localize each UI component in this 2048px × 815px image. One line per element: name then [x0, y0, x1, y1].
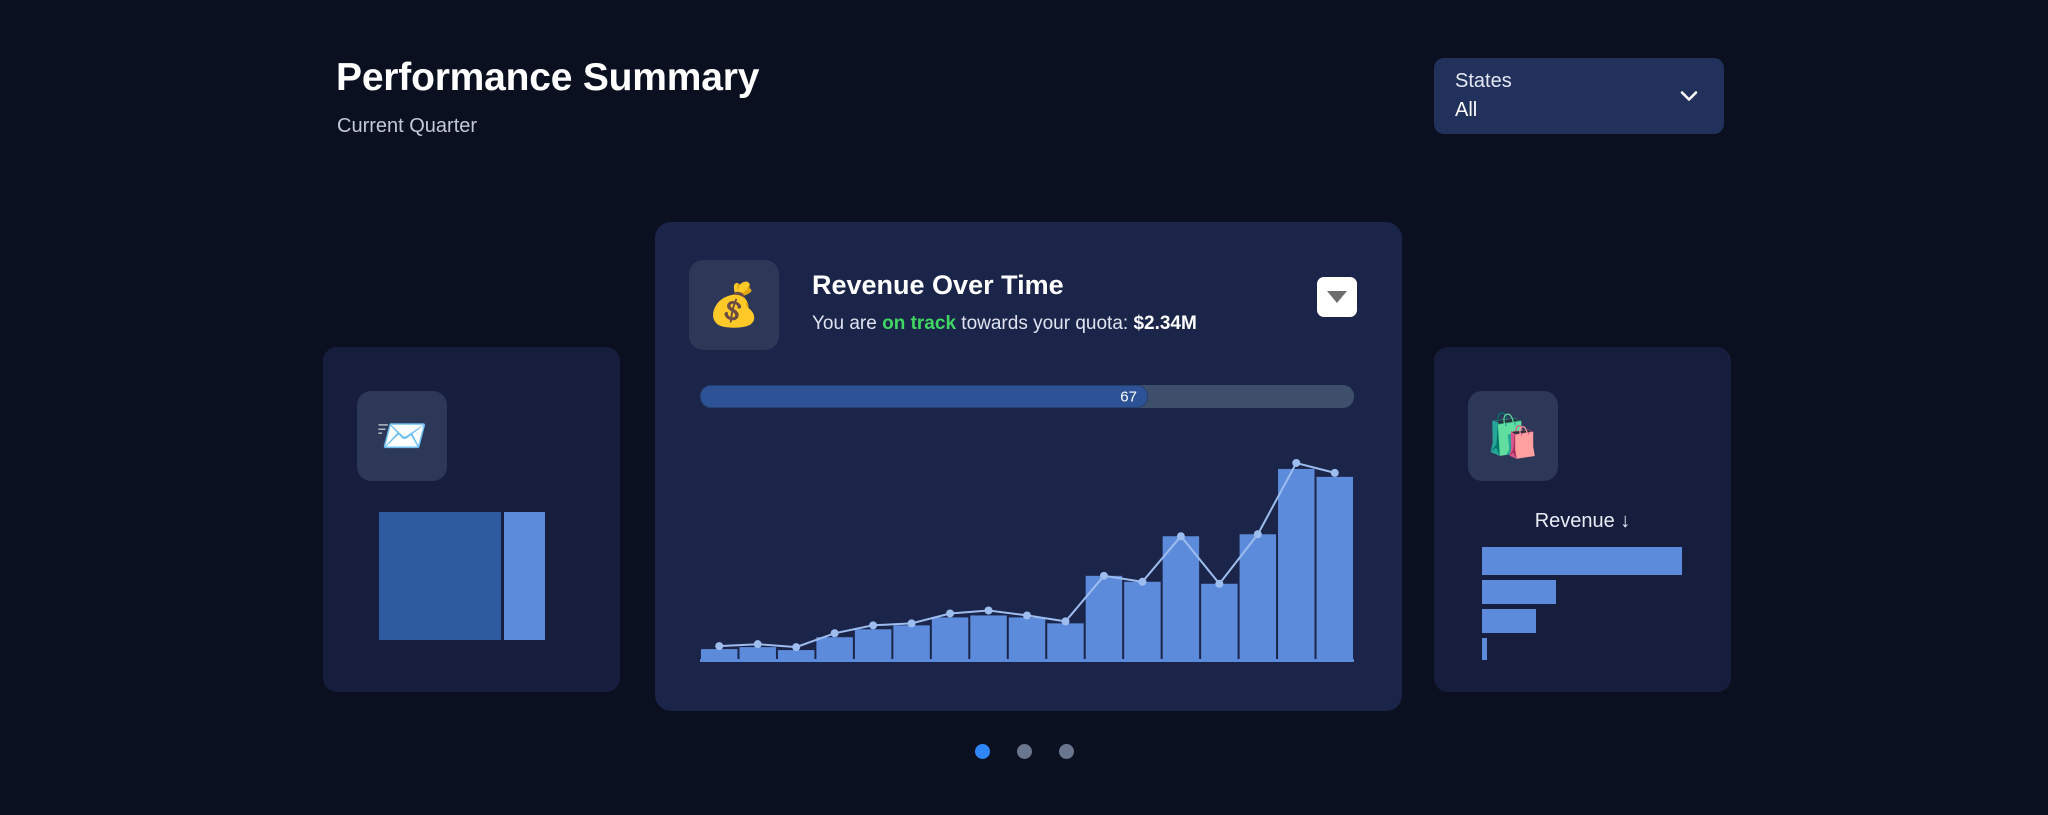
- chart-bar: [1239, 534, 1277, 659]
- pagination-dot[interactable]: [1058, 744, 1074, 759]
- block-primary: [379, 512, 501, 640]
- revenue-bar-chart[interactable]: [700, 452, 1354, 662]
- card-menu-button[interactable]: [1317, 277, 1357, 317]
- quota-progress-bar[interactable]: 67: [700, 385, 1354, 408]
- pagination-dot-active[interactable]: [974, 744, 990, 759]
- chart-point-marker: [1138, 577, 1147, 586]
- horizontal-bar-list: [1482, 547, 1682, 665]
- chart-bar: [1201, 583, 1238, 659]
- chart-bar: [854, 629, 892, 659]
- left-summary-card[interactable]: 📨: [323, 347, 620, 692]
- chart-bar: [1278, 468, 1315, 659]
- status-badge: on track: [882, 313, 957, 334]
- horizontal-bar: [1482, 580, 1556, 604]
- pagination-dot[interactable]: [1016, 744, 1032, 759]
- chart-point-marker: [1292, 458, 1301, 467]
- chart-bar: [1047, 623, 1084, 659]
- triangle-down-icon: [1327, 291, 1347, 303]
- chart-bar: [1162, 536, 1200, 659]
- chart-baseline: [700, 659, 1354, 662]
- chart-point-marker: [984, 606, 993, 615]
- subtitle-middle: towards your quota:: [956, 313, 1134, 334]
- chart-bar: [701, 649, 738, 659]
- progress-value: 67: [1120, 388, 1137, 405]
- chart-point-marker: [1061, 617, 1070, 626]
- horizontal-bar: [1482, 638, 1487, 660]
- chart-point-marker: [1176, 532, 1185, 541]
- incoming-envelope-icon: 📨: [357, 391, 447, 481]
- subtitle-prefix: You are: [812, 313, 883, 334]
- chart-bar: [1085, 575, 1123, 659]
- right-summary-card[interactable]: 🛍️ Revenue ↓: [1434, 347, 1731, 692]
- chart-bar: [893, 625, 930, 659]
- quota-value: $2.34M: [1133, 313, 1197, 334]
- chart-point-marker: [1215, 579, 1224, 588]
- states-filter-value: All: [1455, 99, 1478, 121]
- dashboard-page: Performance Summary Current Quarter Stat…: [0, 0, 2048, 815]
- block-secondary: [504, 512, 545, 640]
- chart-point-marker: [869, 621, 878, 630]
- left-card-blocks: [379, 512, 545, 640]
- chart-point-marker: [1330, 468, 1339, 477]
- chevron-down-icon[interactable]: [1676, 83, 1702, 109]
- page-subtitle: Current Quarter: [337, 115, 478, 137]
- money-bag-icon: 💰: [689, 260, 779, 350]
- states-filter-label: States: [1455, 70, 1512, 92]
- chart-point-marker: [946, 609, 955, 618]
- page-title: Performance Summary: [336, 56, 760, 99]
- chart-point-marker: [830, 629, 839, 638]
- chart-point-marker: [715, 642, 724, 651]
- chart-bar: [777, 650, 815, 659]
- shopping-bags-icon: 🛍️: [1468, 391, 1558, 481]
- chart-point-marker: [1099, 571, 1108, 580]
- chart-bar: [970, 615, 1007, 659]
- chart-point-marker: [1023, 611, 1031, 620]
- chart-point-marker: [753, 640, 762, 649]
- card-title: Revenue Over Time: [812, 270, 1064, 300]
- chart-bar: [931, 617, 969, 659]
- chart-bar: [1316, 476, 1353, 659]
- chart-bar: [816, 637, 853, 659]
- progress-fill: 67: [700, 385, 1148, 408]
- chart-point-marker: [907, 619, 916, 628]
- revenue-chart-svg: [700, 458, 1354, 662]
- horizontal-bar: [1482, 547, 1682, 575]
- chart-bar: [1008, 617, 1046, 659]
- chart-point-marker: [1253, 530, 1262, 539]
- card-subtitle: You are on track towards your quota: $2.…: [812, 313, 1197, 335]
- chart-bar: [1124, 581, 1161, 659]
- pagination: [0, 744, 2048, 759]
- states-filter-dropdown[interactable]: States All: [1434, 58, 1724, 134]
- revenue-sort-label: Revenue ↓: [1534, 510, 1631, 532]
- chart-point-marker: [792, 643, 801, 652]
- horizontal-bar: [1482, 609, 1536, 633]
- chart-bar: [739, 647, 776, 659]
